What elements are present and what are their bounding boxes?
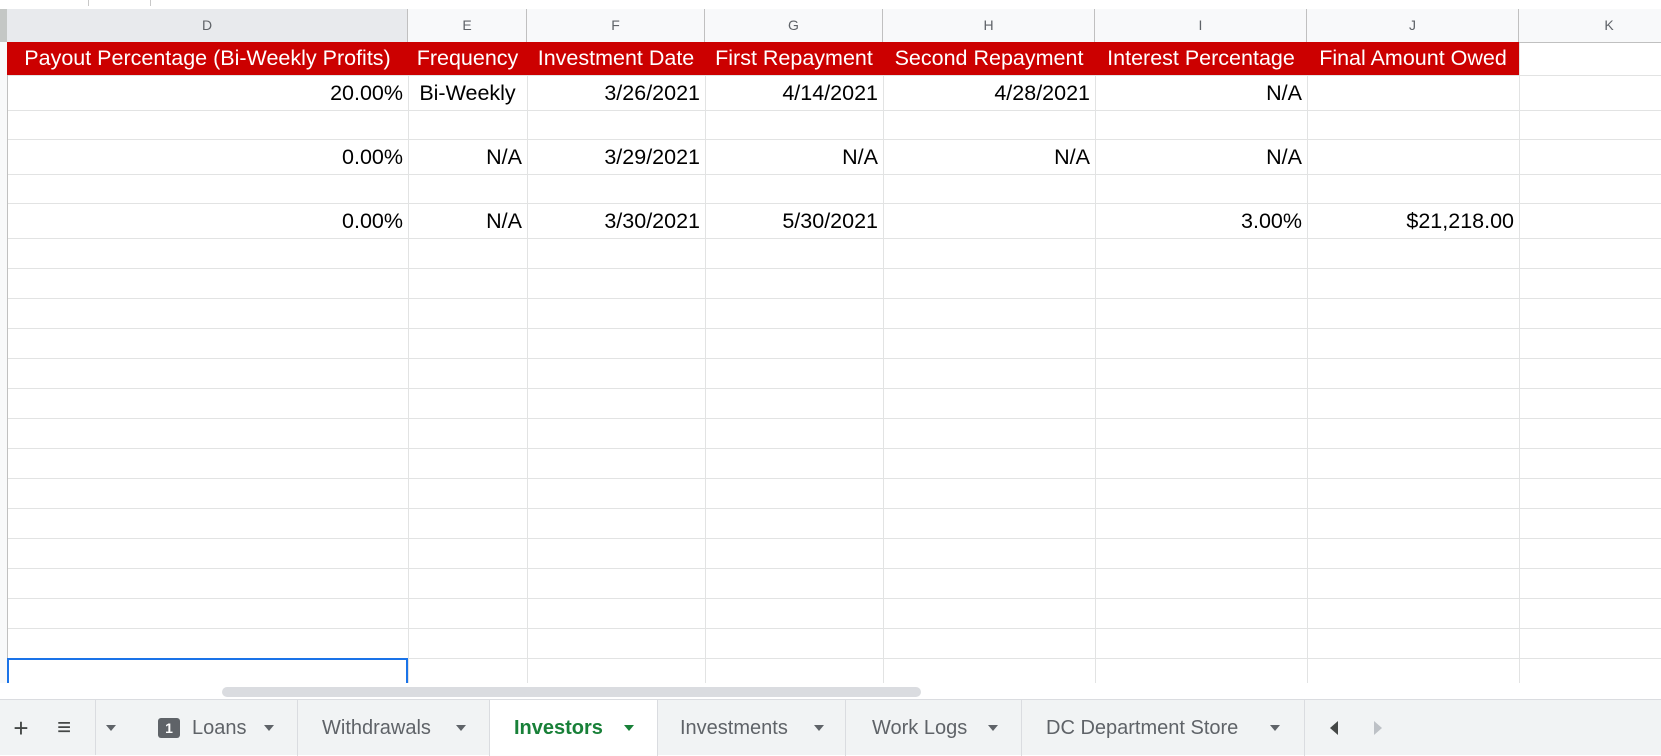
toolbar-divider bbox=[88, 0, 89, 6]
chevron-down-icon bbox=[988, 725, 998, 731]
tab-dc-department-store[interactable]: DC Department Store bbox=[1022, 700, 1305, 756]
row-header-gutter bbox=[0, 42, 8, 683]
grid-line bbox=[0, 328, 1661, 329]
grid-line bbox=[0, 538, 1661, 539]
grid-line bbox=[0, 448, 1661, 449]
cell-payout[interactable]: 0.00% bbox=[7, 205, 408, 237]
header-payout-percentage[interactable]: Payout Percentage (Bi-Weekly Profits) bbox=[7, 42, 408, 75]
right-arrow-icon bbox=[1374, 721, 1382, 735]
cell-interest[interactable]: 3.00% bbox=[1095, 205, 1307, 237]
dropdown-caret-icon bbox=[106, 725, 116, 731]
left-arrow-icon bbox=[1330, 721, 1338, 735]
sheet-tab-bar: + ≡ 1 Loans Withdrawals Investors Invest… bbox=[0, 699, 1661, 756]
scroll-tabs-left-button[interactable] bbox=[1320, 700, 1350, 756]
header-investment-date[interactable]: Investment Date bbox=[527, 42, 705, 75]
header-interest-percentage[interactable]: Interest Percentage bbox=[1095, 42, 1307, 75]
cell-investment-date[interactable]: 3/26/2021 bbox=[527, 77, 705, 109]
header-first-repayment[interactable]: First Repayment bbox=[705, 42, 883, 75]
grid-line bbox=[0, 628, 1661, 629]
column-header-bar: D E F G H I J K bbox=[0, 9, 1661, 43]
active-cell-selection[interactable] bbox=[7, 658, 408, 683]
cell-first-repayment[interactable]: 4/14/2021 bbox=[705, 77, 883, 109]
chevron-down-icon bbox=[1270, 725, 1280, 731]
chevron-down-icon bbox=[456, 725, 466, 731]
grid-line bbox=[0, 388, 1661, 389]
tab-label: Loans bbox=[192, 717, 247, 739]
cell-first-repayment[interactable]: 5/30/2021 bbox=[705, 205, 883, 237]
sheet-menu-button[interactable] bbox=[96, 700, 136, 756]
cell-second-repayment[interactable] bbox=[883, 205, 1095, 237]
chevron-down-icon bbox=[814, 725, 824, 731]
cell-frequency[interactable]: N/A bbox=[408, 141, 527, 173]
tab-investors[interactable]: Investors bbox=[490, 700, 658, 756]
cell-first-repayment[interactable]: N/A bbox=[705, 141, 883, 173]
header-frequency[interactable]: Frequency bbox=[408, 42, 527, 75]
tab-label: Work Logs bbox=[872, 717, 968, 739]
column-header-h[interactable]: H bbox=[883, 9, 1095, 42]
tab-investments[interactable]: Investments bbox=[658, 700, 846, 756]
column-header-k[interactable]: K bbox=[1519, 9, 1661, 42]
grid-line bbox=[0, 418, 1661, 419]
column-header-d[interactable]: D bbox=[7, 9, 408, 42]
cell-second-repayment[interactable]: N/A bbox=[883, 141, 1095, 173]
tab-label: Investments bbox=[680, 717, 788, 739]
tab-label: DC Department Store bbox=[1046, 717, 1239, 739]
scroll-tabs-right-button[interactable] bbox=[1362, 700, 1392, 756]
horizontal-scrollbar-thumb[interactable] bbox=[222, 687, 921, 697]
grid-line bbox=[0, 598, 1661, 599]
tab-bar-divider bbox=[95, 700, 96, 755]
cell-second-repayment[interactable]: 4/28/2021 bbox=[883, 77, 1095, 109]
cell-investment-date[interactable]: 3/29/2021 bbox=[527, 141, 705, 173]
tab-loans[interactable]: 1 Loans bbox=[136, 700, 298, 756]
grid-line bbox=[0, 358, 1661, 359]
column-header-j[interactable]: J bbox=[1307, 9, 1519, 42]
header-final-amount-owed[interactable]: Final Amount Owed bbox=[1307, 42, 1519, 75]
tab-label: Withdrawals bbox=[322, 717, 431, 739]
grid-line bbox=[0, 268, 1661, 269]
tab-work-logs[interactable]: Work Logs bbox=[846, 700, 1022, 756]
grid-line bbox=[0, 298, 1661, 299]
cell-interest[interactable]: N/A bbox=[1095, 141, 1307, 173]
list-icon: ≡ bbox=[56, 714, 71, 741]
grid-line bbox=[0, 110, 1661, 111]
table-header-row: Payout Percentage (Bi-Weekly Profits) Fr… bbox=[7, 42, 1519, 75]
cell-final-amount[interactable] bbox=[1307, 141, 1519, 173]
grid-line bbox=[0, 508, 1661, 509]
grid-line bbox=[0, 238, 1661, 239]
column-header-e[interactable]: E bbox=[408, 9, 527, 42]
grid-line bbox=[0, 568, 1661, 569]
freeze-handle[interactable] bbox=[0, 9, 7, 42]
spreadsheet-grid[interactable]: D E F G H I J K Payout Percentage (Bi-We… bbox=[0, 0, 1661, 683]
cell-final-amount[interactable] bbox=[1307, 77, 1519, 109]
cell-payout[interactable]: 0.00% bbox=[7, 141, 408, 173]
grid-line bbox=[0, 203, 1661, 204]
cell-final-amount[interactable]: $21,218.00 bbox=[1307, 205, 1519, 237]
tab-badge: 1 bbox=[158, 718, 180, 738]
column-header-f[interactable]: F bbox=[527, 9, 705, 42]
header-second-repayment[interactable]: Second Repayment bbox=[883, 42, 1095, 75]
cell-payout[interactable]: 20.00% bbox=[7, 77, 408, 109]
plus-icon: + bbox=[13, 713, 29, 743]
column-header-i[interactable]: I bbox=[1095, 9, 1307, 42]
cell-frequency[interactable]: N/A bbox=[408, 205, 527, 237]
all-sheets-button[interactable]: ≡ bbox=[48, 700, 80, 756]
column-header-g[interactable]: G bbox=[705, 9, 883, 42]
tab-label: Investors bbox=[514, 717, 603, 739]
cell-frequency[interactable]: Bi-Weekly bbox=[408, 77, 527, 109]
grid-line bbox=[0, 139, 1661, 140]
grid-line bbox=[0, 478, 1661, 479]
cell-investment-date[interactable]: 3/30/2021 bbox=[527, 205, 705, 237]
add-sheet-button[interactable]: + bbox=[6, 700, 36, 756]
toolbar-divider bbox=[150, 0, 151, 6]
chevron-down-icon bbox=[264, 725, 274, 731]
chevron-down-icon bbox=[624, 725, 634, 731]
tab-withdrawals[interactable]: Withdrawals bbox=[298, 700, 490, 756]
grid-line bbox=[0, 75, 1661, 76]
column-letter-k: K bbox=[1604, 17, 1614, 33]
grid-line bbox=[0, 174, 1661, 175]
cell-interest[interactable]: N/A bbox=[1095, 77, 1307, 109]
